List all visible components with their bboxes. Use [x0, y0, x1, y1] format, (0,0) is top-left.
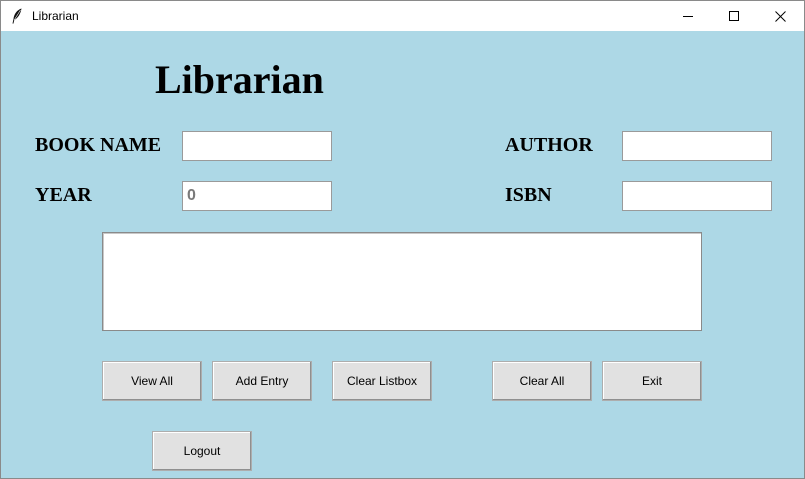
- window-title: Librarian: [32, 9, 79, 23]
- app-window: Librarian Librarian BOOK NAME AUTHOR YEA…: [0, 0, 805, 479]
- feather-icon: [11, 8, 23, 24]
- exit-button[interactable]: Exit: [602, 361, 702, 401]
- year-label: YEAR: [35, 184, 92, 206]
- results-listbox[interactable]: [102, 232, 702, 331]
- add-entry-button[interactable]: Add Entry: [212, 361, 312, 401]
- minimize-button[interactable]: [665, 1, 711, 31]
- clear-listbox-button[interactable]: Clear Listbox: [332, 361, 432, 401]
- page-title: Librarian: [155, 57, 324, 102]
- isbn-input[interactable]: [622, 181, 772, 211]
- author-label: AUTHOR: [505, 134, 593, 156]
- title-bar[interactable]: Librarian: [1, 1, 804, 31]
- logout-button[interactable]: Logout: [152, 431, 252, 471]
- view-all-button[interactable]: View All: [102, 361, 202, 401]
- year-input[interactable]: [182, 181, 332, 211]
- maximize-icon: [729, 11, 739, 21]
- author-input[interactable]: [622, 131, 772, 161]
- maximize-button[interactable]: [711, 1, 757, 31]
- book-name-label: BOOK NAME: [35, 134, 162, 156]
- clear-all-button[interactable]: Clear All: [492, 361, 592, 401]
- close-button[interactable]: [757, 1, 803, 31]
- isbn-label: ISBN: [505, 184, 552, 206]
- close-icon: [774, 10, 786, 22]
- minimize-icon: [683, 16, 693, 17]
- book-name-input[interactable]: [182, 131, 332, 161]
